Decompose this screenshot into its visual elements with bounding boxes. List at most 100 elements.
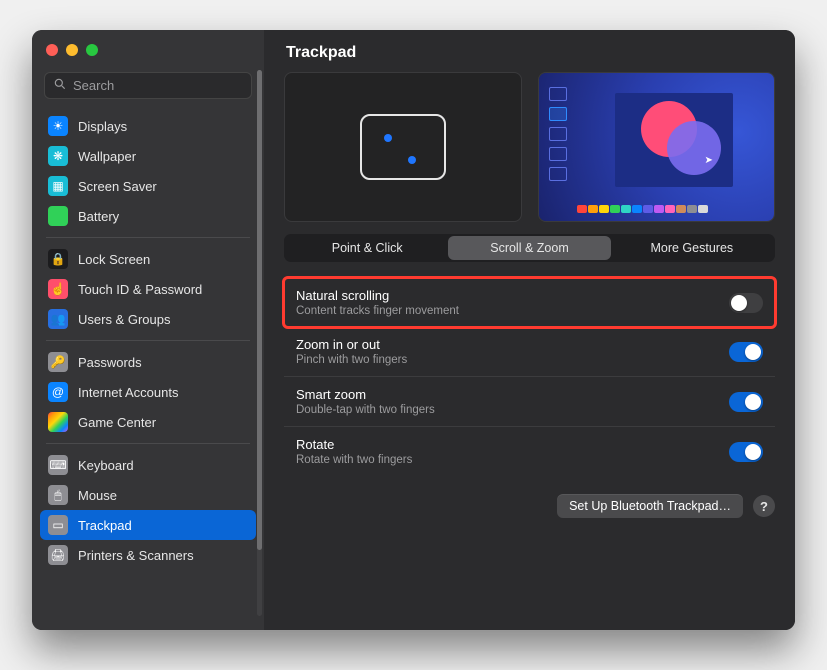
sidebar-item-label: Touch ID & Password — [78, 282, 202, 297]
setting-title: Smart zoom — [296, 387, 435, 402]
setting-text: Smart zoomDouble-tap with two fingers — [296, 387, 435, 416]
color-swatch — [687, 205, 697, 213]
preview-row: ➤ — [284, 72, 775, 222]
sidebar-icon: ▦ — [48, 176, 68, 196]
sidebar-icon: 🔑 — [48, 352, 68, 372]
sidebar-item-displays[interactable]: ☀ Displays — [40, 111, 256, 141]
color-swatch — [588, 205, 598, 213]
sidebar-item-label: Screen Saver — [78, 179, 157, 194]
color-swatch — [610, 205, 620, 213]
setting-title: Natural scrolling — [296, 288, 459, 303]
system-settings-window: ☀ Displays ❋Wallpaper ▦ Screen Saver Battery 🔒… — [32, 30, 795, 630]
sidebar-icon: 🖨 — [48, 545, 68, 565]
color-swatch — [621, 205, 631, 213]
trackpad-preview — [284, 72, 522, 222]
zoom-window-button[interactable] — [86, 44, 98, 56]
sidebar-item-mouse[interactable]: 🖱Mouse — [40, 480, 256, 510]
color-swatch — [577, 205, 587, 213]
sidebar-item-passwords[interactable]: 🔑Passwords — [40, 347, 256, 377]
preview-thumbnails — [549, 87, 567, 181]
sidebar-item-game-center[interactable]: Game Center — [40, 407, 256, 437]
setting-desc: Content tracks finger movement — [296, 305, 459, 317]
sidebar-item-users-groups[interactable]: 👥Users & Groups — [40, 304, 256, 334]
toggle-knob — [745, 444, 761, 460]
color-swatch — [632, 205, 642, 213]
toggle-smart-zoom[interactable] — [729, 392, 763, 412]
color-swatches — [577, 205, 763, 213]
sidebar-separator — [46, 237, 250, 238]
sidebar: ☀ Displays ❋Wallpaper ▦ Screen Saver Battery 🔒… — [32, 30, 264, 630]
sidebar-icon — [48, 412, 68, 432]
search-input[interactable] — [73, 78, 249, 93]
toggle-knob — [745, 344, 761, 360]
sidebar-item-label: Users & Groups — [78, 312, 170, 327]
setting-text: Natural scrolling Content tracks finger m… — [296, 288, 459, 317]
toggle-knob — [731, 295, 747, 311]
toggle-rotate[interactable] — [729, 442, 763, 462]
page-title: Trackpad — [284, 44, 775, 72]
sidebar-icon: ❋ — [48, 146, 68, 166]
color-swatch — [698, 205, 708, 213]
sidebar-item-battery[interactable]: Battery — [40, 201, 256, 231]
setting-row-zoom-in-or-out: Zoom in or out Pinch with two fingers — [284, 327, 775, 376]
setting-text: Zoom in or out Pinch with two fingers — [296, 337, 407, 366]
window-controls — [32, 30, 264, 62]
setting-text: Rotate Rotate with two fingers — [296, 437, 412, 466]
help-button[interactable]: ? — [753, 495, 775, 517]
finger-dot-icon — [408, 156, 416, 164]
sidebar-separator — [46, 340, 250, 341]
close-window-button[interactable] — [46, 44, 58, 56]
sidebar-item-keyboard[interactable]: ⌨ Keyboard — [40, 450, 256, 480]
sidebar-item-internet-accounts[interactable]: @ Internet Accounts — [40, 377, 256, 407]
setting-desc: Pinch with two fingers — [296, 354, 407, 366]
sidebar-icon: ▭ — [48, 515, 68, 535]
sidebar-scrollthumb[interactable] — [257, 70, 262, 550]
sidebar-icon: ⌨ — [48, 455, 68, 475]
setting-title: Rotate — [296, 437, 412, 452]
sidebar-search[interactable] — [44, 72, 252, 99]
toggle-zoom-in-or-out[interactable] — [729, 342, 763, 362]
search-icon — [53, 77, 73, 94]
settings-list: Natural scrolling Content tracks finger m… — [284, 278, 775, 476]
sidebar-item-label: Trackpad — [78, 518, 132, 533]
setting-desc: Rotate with two fingers — [296, 454, 412, 466]
color-swatch — [643, 205, 653, 213]
sidebar-item-label: Battery — [78, 209, 119, 224]
sidebar-item-wallpaper[interactable]: ❋Wallpaper — [40, 141, 256, 171]
sidebar-item-label: Displays — [78, 119, 127, 134]
finger-dot-icon — [384, 134, 392, 142]
tab-point-click[interactable]: Point & Click — [286, 236, 448, 260]
sidebar-icon: 🔒 — [48, 249, 68, 269]
sidebar-item-label: Printers & Scanners — [78, 548, 194, 563]
setting-row-rotate: Rotate Rotate with two fingers — [284, 426, 775, 476]
sidebar-item-printers-scanners[interactable]: 🖨 Printers & Scanners — [40, 540, 256, 570]
sidebar-item-lock-screen[interactable]: 🔒 Lock Screen — [40, 244, 256, 274]
sidebar-icon: ☀ — [48, 116, 68, 136]
toggle-natural-scrolling[interactable] — [729, 293, 763, 313]
color-swatch — [654, 205, 664, 213]
sidebar-item-label: Keyboard — [78, 458, 134, 473]
sidebar-scrollbar[interactable] — [257, 70, 262, 616]
cursor-icon: ➤ — [705, 155, 713, 166]
sidebar-item-label: Mouse — [78, 488, 117, 503]
setting-row-natural-scrolling: Natural scrolling Content tracks finger m… — [284, 278, 775, 327]
sidebar-icon — [48, 206, 68, 226]
sidebar-item-touch-id-password[interactable]: ☝Touch ID & Password — [40, 274, 256, 304]
tab-more-gestures[interactable]: More Gestures — [611, 236, 773, 260]
sidebar-item-label: Lock Screen — [78, 252, 150, 267]
toggle-knob — [745, 394, 761, 410]
color-swatch — [599, 205, 609, 213]
setting-row-smart-zoom: Smart zoomDouble-tap with two fingers — [284, 376, 775, 426]
sidebar-item-trackpad[interactable]: ▭ Trackpad — [40, 510, 256, 540]
sidebar-item-screen-saver[interactable]: ▦ Screen Saver — [40, 171, 256, 201]
sidebar-item-label: Internet Accounts — [78, 385, 178, 400]
minimize-window-button[interactable] — [66, 44, 78, 56]
setup-bluetooth-trackpad-button[interactable]: Set Up Bluetooth Trackpad… — [557, 494, 743, 518]
color-swatch — [665, 205, 675, 213]
tab-scroll-zoom[interactable]: Scroll & Zoom — [448, 236, 610, 260]
tab-bar: Point & ClickScroll & ZoomMore Gestures — [284, 234, 775, 262]
setting-title: Zoom in or out — [296, 337, 407, 352]
sidebar-icon: @ — [48, 382, 68, 402]
purple-circle-icon — [667, 121, 721, 175]
display-preview: ➤ — [538, 72, 776, 222]
